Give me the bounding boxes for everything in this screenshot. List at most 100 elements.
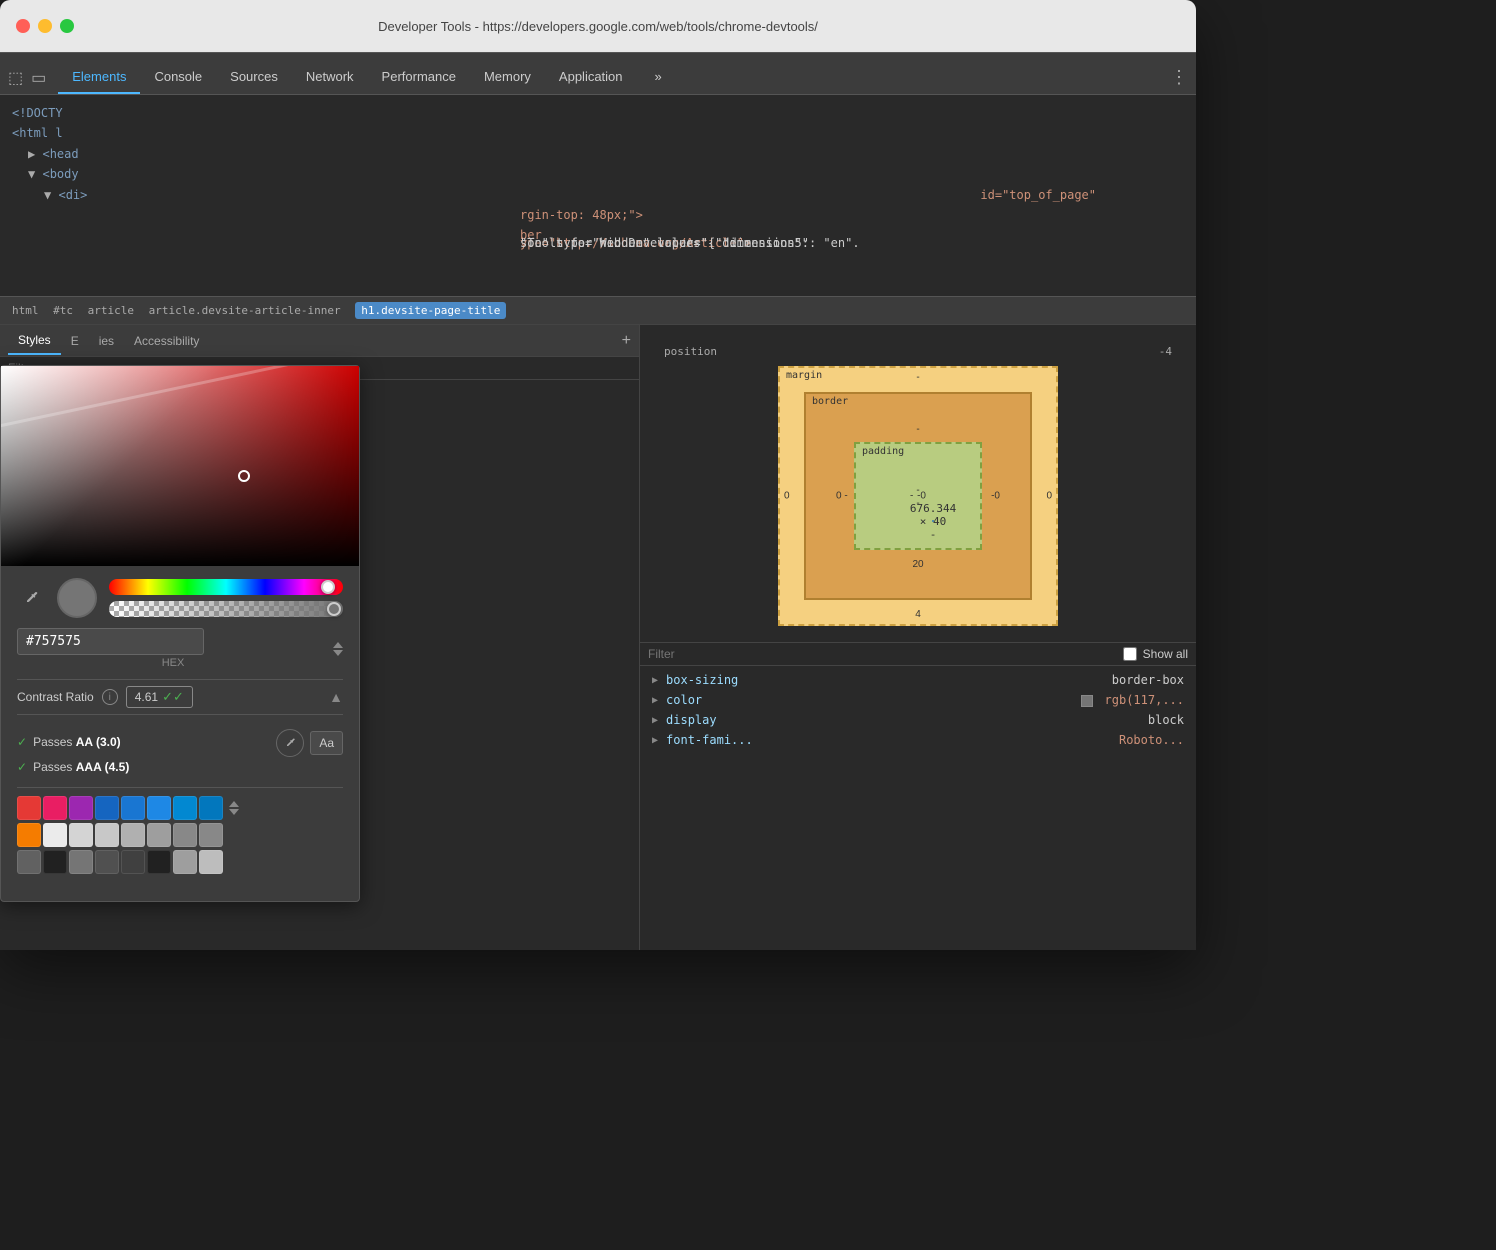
computed-area: Show all ▶ box-sizing border-box ▶ color (640, 643, 1196, 950)
hex-up-arrow[interactable] (333, 642, 343, 648)
palette-swatch-light-blue[interactable] (147, 796, 171, 820)
device-icon[interactable]: ▭ (31, 68, 46, 88)
dom-line-1: <!DOCTY (12, 103, 1184, 123)
palette-swatch-darkgray4[interactable] (95, 850, 119, 874)
contrast-info-icon[interactable]: i (102, 689, 118, 705)
add-style-button[interactable]: + (622, 332, 631, 350)
dom-line-5: ▼ <diid="top_of_page"> (12, 185, 1184, 205)
palette-swatch-dark-blue[interactable] (95, 796, 119, 820)
computed-prop-font-family[interactable]: ▶ font-fami... Roboto... (640, 730, 1196, 750)
palette-swatch-orange[interactable] (17, 823, 41, 847)
color-gradient[interactable] (1, 366, 359, 566)
lower-area: Styles E ies Accessibility + element. (0, 325, 1196, 950)
tab-properties[interactable]: ies (89, 328, 124, 354)
tab-memory[interactable]: Memory (470, 63, 545, 94)
hex-input[interactable] (17, 628, 204, 655)
palette-swatch-red[interactable] (17, 796, 41, 820)
tab-styles[interactable]: Styles (8, 327, 61, 355)
border-label: border (812, 396, 848, 407)
palette-swatch-lightgray3[interactable] (95, 823, 119, 847)
border-left-val: 0 - (836, 491, 848, 502)
color-palette (17, 787, 343, 889)
devtools-menu-button[interactable]: ⋮ (1170, 67, 1188, 94)
more-tabs-button[interactable]: » (641, 63, 676, 94)
breadcrumb-tc[interactable]: #tc (53, 304, 73, 317)
computed-filter-bar: Show all (640, 643, 1196, 666)
fullscreen-button[interactable] (60, 19, 74, 33)
contrast-expand-button[interactable]: ▲ (329, 689, 343, 705)
tab-sources[interactable]: Sources (216, 63, 292, 94)
computed-filter-input[interactable] (648, 647, 1115, 661)
palette-swatch-darkgray1[interactable] (17, 850, 41, 874)
margin-top-val: - (916, 372, 919, 383)
tab-network[interactable]: Network (292, 63, 368, 94)
hue-slider[interactable] (109, 579, 343, 595)
palette-swatch-medgray2[interactable] (147, 823, 171, 847)
breadcrumb-article-inner[interactable]: article.devsite-article-inner (149, 304, 341, 317)
palette-up-arrow[interactable] (229, 801, 239, 807)
eyedropper-button[interactable] (17, 584, 45, 612)
pass-aa-item: ✓ Passes AA (3.0) Aa (17, 729, 343, 757)
palette-swatch-lightgray1[interactable] (43, 823, 67, 847)
dom-line-3: ▶ <head (12, 144, 1184, 164)
breadcrumb-html[interactable]: html (12, 304, 39, 317)
traffic-lights (16, 19, 74, 33)
alpha-slider[interactable] (109, 601, 343, 617)
palette-swatch-gray2[interactable] (199, 850, 223, 874)
hex-down-arrow[interactable] (333, 650, 343, 656)
inspect-icon[interactable]: ⬚ (8, 68, 23, 88)
tab-application[interactable]: Application (545, 63, 637, 94)
palette-swatch-medgray1[interactable] (121, 823, 145, 847)
palette-swatch-gray1[interactable] (173, 850, 197, 874)
picker-row1 (17, 578, 343, 618)
contrast-preview-button[interactable]: Aa (310, 731, 343, 755)
box-model-area: position -4 margin - 4 0 0 (640, 325, 1196, 643)
palette-swatch-teal[interactable] (199, 796, 223, 820)
palette-swatch-medgray3[interactable] (173, 823, 197, 847)
tab-performance[interactable]: Performance (368, 63, 470, 94)
padding-right-val: -0 (917, 491, 926, 502)
palette-swatch-cyan[interactable] (173, 796, 197, 820)
close-button[interactable] (16, 19, 30, 33)
palette-swatch-blue[interactable] (121, 796, 145, 820)
pass-aaa-label: Passes AAA (4.5) (33, 757, 129, 779)
picker-swatch (57, 578, 97, 618)
contrast-label: Contrast Ratio (17, 690, 94, 704)
margin-right-val: 0 (1046, 491, 1052, 502)
computed-prop-display[interactable]: ▶ display block (640, 710, 1196, 730)
tab-event-listeners[interactable]: E (61, 328, 89, 354)
palette-swatch-medgray4[interactable] (199, 823, 223, 847)
palette-swatch-black[interactable] (147, 850, 171, 874)
devtools-icons: ⬚ ▭ (8, 68, 46, 94)
palette-down-arrow[interactable] (229, 809, 239, 815)
computed-prop-color[interactable]: ▶ color rgb(117,... (640, 690, 1196, 710)
palette-swatch-darkgray5[interactable] (121, 850, 145, 874)
show-all-checkbox[interactable] (1123, 647, 1137, 661)
box-model-container: margin - 4 0 0 border - 20 0 - -0 (778, 366, 1058, 626)
palette-swatch-lightgray2[interactable] (69, 823, 93, 847)
right-panel: position -4 margin - 4 0 0 (640, 325, 1196, 950)
palette-swatch-purple[interactable] (69, 796, 93, 820)
hex-arrows (333, 642, 343, 656)
picker-cursor (238, 470, 250, 482)
palette-row-3 (17, 850, 343, 874)
breadcrumb-article[interactable]: article (88, 304, 134, 317)
contrast-passes: ✓ Passes AA (3.0) Aa ✓ (17, 725, 343, 787)
palette-swatch-darkgray3[interactable] (69, 850, 93, 874)
palette-swatch-pink[interactable] (43, 796, 67, 820)
computed-prop-box-sizing[interactable]: ▶ box-sizing border-box (640, 670, 1196, 690)
palette-swatch-darkgray2[interactable] (43, 850, 67, 874)
minimize-button[interactable] (38, 19, 52, 33)
tab-accessibility[interactable]: Accessibility (124, 328, 209, 354)
contrast-eyedropper-button[interactable] (276, 729, 304, 757)
breadcrumb: html #tc article article.devsite-article… (0, 296, 1196, 324)
show-all-row: Show all (1123, 647, 1188, 661)
tab-elements[interactable]: Elements (58, 63, 140, 94)
tab-console[interactable]: Console (140, 63, 216, 94)
bm-content-text: 676.344 × 40 - (910, 502, 956, 541)
breadcrumb-h1[interactable]: h1.devsite-page-title (355, 302, 506, 319)
padding-left-val: - (910, 491, 913, 502)
margin-label: margin (786, 370, 822, 381)
bm-content: 676.344 × 40 - (932, 520, 934, 522)
margin-bottom-val: 4 (915, 609, 921, 620)
